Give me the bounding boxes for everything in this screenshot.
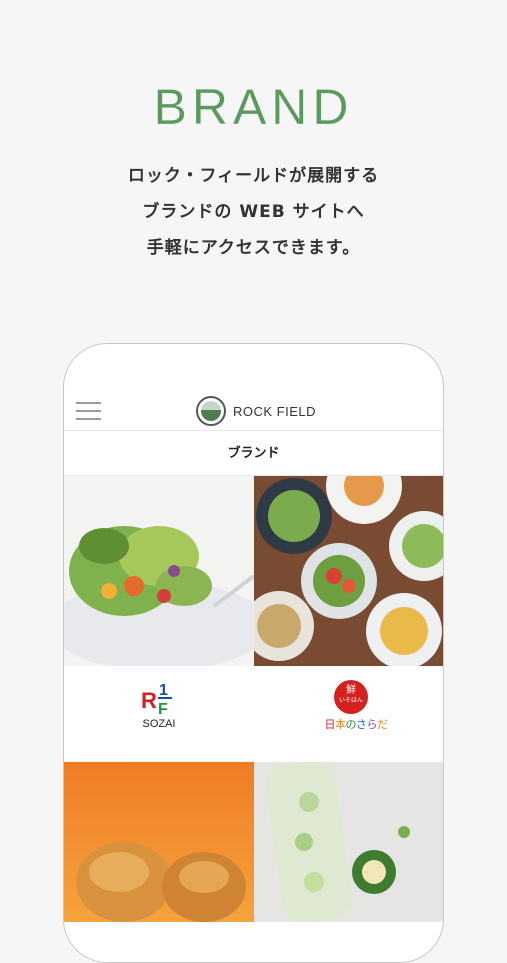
brand-title: BRAND [153, 79, 354, 135]
svg-text:F: F [158, 701, 168, 718]
seal-sub: いそはん [338, 697, 363, 704]
rockfield-emblem-icon [196, 396, 226, 426]
rockfield-logo[interactable]: ROCK FIELD [196, 395, 316, 427]
brand-photo-springroll[interactable] [254, 762, 443, 922]
sozai-caption: SOZAI [142, 718, 176, 730]
phone-mockup: ROCK FIELD ブランド R 1 F SOZAI 鮮 いそはん 日本のさら… [63, 343, 444, 963]
section-heading: ブランド [64, 430, 443, 476]
logo-text: ROCK FIELD [233, 403, 317, 419]
brand-logo-row: R 1 F SOZAI 鮮 いそはん 日本のさらだ [64, 666, 443, 762]
brand-nihon-no-salad-logo[interactable]: 鮮 いそはん 日本のさらだ [322, 680, 392, 740]
intro-line-1: ロック・フィールドが展開する [127, 166, 380, 186]
nihon-no-salad-name: 日本のさらだ [324, 718, 388, 731]
hamburger-menu-icon[interactable] [76, 402, 101, 422]
intro-text: ロック・フィールドが展開する ブランドの WEB サイトへ 手軽にアクセスできま… [0, 158, 507, 266]
brand-photo-bowls[interactable] [254, 476, 443, 666]
seal-icon: 鮮 いそはん [334, 680, 368, 714]
brand-photo-salad[interactable] [64, 476, 254, 666]
brand-photo-fried[interactable] [64, 762, 254, 922]
intro-line-2: ブランドの WEB サイトへ [142, 202, 365, 222]
phone-header: ROCK FIELD [64, 344, 443, 430]
svg-text:R: R [141, 688, 157, 713]
svg-text:1: 1 [159, 682, 168, 699]
intro-line-3: 手軽にアクセスできます。 [146, 238, 361, 258]
seal-kanji: 鮮 [346, 685, 356, 696]
